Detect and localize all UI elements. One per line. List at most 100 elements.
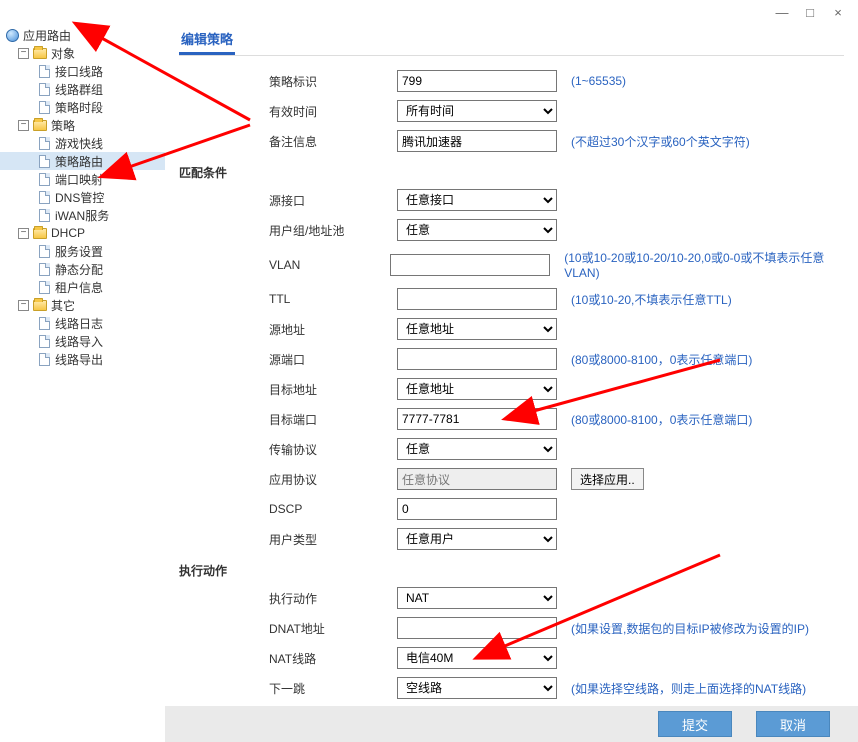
section-exec: 执行动作 [179, 562, 844, 579]
dst-addr-select[interactable]: 任意地址 [397, 378, 557, 400]
tree-root-app-routing[interactable]: 应用路由 [0, 26, 165, 44]
label-exec-action: 执行动作 [269, 590, 397, 607]
submit-button[interactable]: 提交 [658, 711, 732, 737]
tree-item-static-alloc[interactable]: 静态分配 [0, 260, 165, 278]
folder-icon [32, 225, 48, 241]
tree-group-policy[interactable]: − 策略 [0, 116, 165, 134]
hint-next-hop: (如果选择空线路，则走上面选择的NAT线路) [571, 680, 806, 697]
select-app-button[interactable]: 选择应用.. [571, 468, 644, 490]
label-dnat: DNAT地址 [269, 620, 397, 637]
dnat-input[interactable] [397, 617, 557, 639]
label-nat-line: NAT线路 [269, 650, 397, 667]
tree-item-line-group[interactable]: 线路群组 [0, 80, 165, 98]
window-maximize-button[interactable]: □ [796, 2, 824, 22]
hint-ttl: (10或10-20,不填表示任意TTL) [571, 291, 732, 308]
protocol-select[interactable]: 任意 [397, 438, 557, 460]
next-hop-select[interactable]: 空线路 [397, 677, 557, 699]
ttl-input[interactable] [397, 288, 557, 310]
label-dst-port: 目标端口 [269, 411, 397, 428]
collapse-icon[interactable]: − [18, 228, 29, 239]
page-icon [36, 279, 52, 295]
tree-group-objects[interactable]: − 对象 [0, 44, 165, 62]
label-remark: 备注信息 [269, 133, 397, 150]
label-app-protocol: 应用协议 [269, 471, 397, 488]
folder-icon [32, 45, 48, 61]
label-dst-addr: 目标地址 [269, 381, 397, 398]
page-icon [36, 135, 52, 151]
user-type-select[interactable]: 任意用户 [397, 528, 557, 550]
page-icon [36, 171, 52, 187]
tree-item-port-mapping[interactable]: 端口映射 [0, 170, 165, 188]
page-icon [36, 81, 52, 97]
page-icon [36, 153, 52, 169]
window-minimize-button[interactable]: — [768, 2, 796, 22]
tree-root-label: 应用路由 [23, 27, 71, 44]
collapse-icon[interactable]: − [18, 48, 29, 59]
tree-item-dns-control[interactable]: DNS管控 [0, 188, 165, 206]
label-next-hop: 下一跳 [269, 680, 397, 697]
policy-id-input[interactable] [397, 70, 557, 92]
tree-item-lease-info[interactable]: 租户信息 [0, 278, 165, 296]
dscp-input[interactable] [397, 498, 557, 520]
folder-icon [32, 117, 48, 133]
tree-group-dhcp[interactable]: − DHCP [0, 224, 165, 242]
page-icon [36, 63, 52, 79]
tree-item-line-log[interactable]: 线路日志 [0, 314, 165, 332]
tree-item-policy-period[interactable]: 策略时段 [0, 98, 165, 116]
page-icon [36, 351, 52, 367]
hint-dst-port: (80或8000-8100，0表示任意端口) [571, 411, 752, 428]
page-icon [36, 207, 52, 223]
hint-policy-id: (1~65535) [571, 74, 626, 88]
main-panel: 编辑策略 策略标识 (1~65535) 有效时间 所有时间 备注信息 (不超过3… [165, 24, 858, 742]
hint-dnat: (如果设置,数据包的目标IP被修改为设置的IP) [571, 620, 809, 637]
tree-item-game-express[interactable]: 游戏快线 [0, 134, 165, 152]
label-src-interface: 源接口 [269, 192, 397, 209]
tab-edit-policy[interactable]: 编辑策略 [179, 25, 235, 55]
folder-icon [32, 297, 48, 313]
sidebar: 应用路由 − 对象 接口线路 线路群组 策略时段 − 策略 游戏快线 策略路由 … [0, 24, 165, 742]
valid-time-select[interactable]: 所有时间 [397, 100, 557, 122]
hint-remark: (不超过30个汉字或60个英文字符) [571, 133, 750, 150]
label-src-port: 源端口 [269, 351, 397, 368]
window-close-button[interactable]: × [824, 2, 852, 22]
src-addr-select[interactable]: 任意地址 [397, 318, 557, 340]
src-port-input[interactable] [397, 348, 557, 370]
vlan-input[interactable] [390, 254, 550, 276]
remark-input[interactable] [397, 130, 557, 152]
label-policy-id: 策略标识 [269, 73, 397, 90]
tree-item-policy-routing[interactable]: 策略路由 [0, 152, 165, 170]
label-valid-time: 有效时间 [269, 103, 397, 120]
label-dscp: DSCP [269, 502, 397, 516]
page-icon [36, 315, 52, 331]
label-vlan: VLAN [269, 258, 390, 272]
page-icon [36, 261, 52, 277]
nat-line-select[interactable]: 电信40M [397, 647, 557, 669]
tree-item-interface-line[interactable]: 接口线路 [0, 62, 165, 80]
label-usergroup: 用户组/地址池 [269, 222, 397, 239]
label-user-type: 用户类型 [269, 531, 397, 548]
page-icon [36, 99, 52, 115]
label-ttl: TTL [269, 292, 397, 306]
tree-item-line-import[interactable]: 线路导入 [0, 332, 165, 350]
collapse-icon[interactable]: − [18, 300, 29, 311]
tree-item-line-export[interactable]: 线路导出 [0, 350, 165, 368]
page-icon [36, 243, 52, 259]
hint-vlan: (10或10-20或10-20/10-20,0或0-0或不填表示任意VLAN) [564, 249, 844, 280]
exec-action-select[interactable]: NAT [397, 587, 557, 609]
section-match: 匹配条件 [179, 164, 844, 181]
label-src-addr: 源地址 [269, 321, 397, 338]
hint-src-port: (80或8000-8100，0表示任意端口) [571, 351, 752, 368]
cancel-button[interactable]: 取消 [756, 711, 830, 737]
app-protocol-input [397, 468, 557, 490]
dst-port-input[interactable] [397, 408, 557, 430]
label-protocol: 传输协议 [269, 441, 397, 458]
tree-group-other[interactable]: − 其它 [0, 296, 165, 314]
usergroup-select[interactable]: 任意 [397, 219, 557, 241]
tree-item-iwan-service[interactable]: iWAN服务 [0, 206, 165, 224]
src-interface-select[interactable]: 任意接口 [397, 189, 557, 211]
page-icon [36, 189, 52, 205]
tree-item-service-settings[interactable]: 服务设置 [0, 242, 165, 260]
collapse-icon[interactable]: − [18, 120, 29, 131]
page-icon [36, 333, 52, 349]
globe-icon [4, 27, 20, 43]
